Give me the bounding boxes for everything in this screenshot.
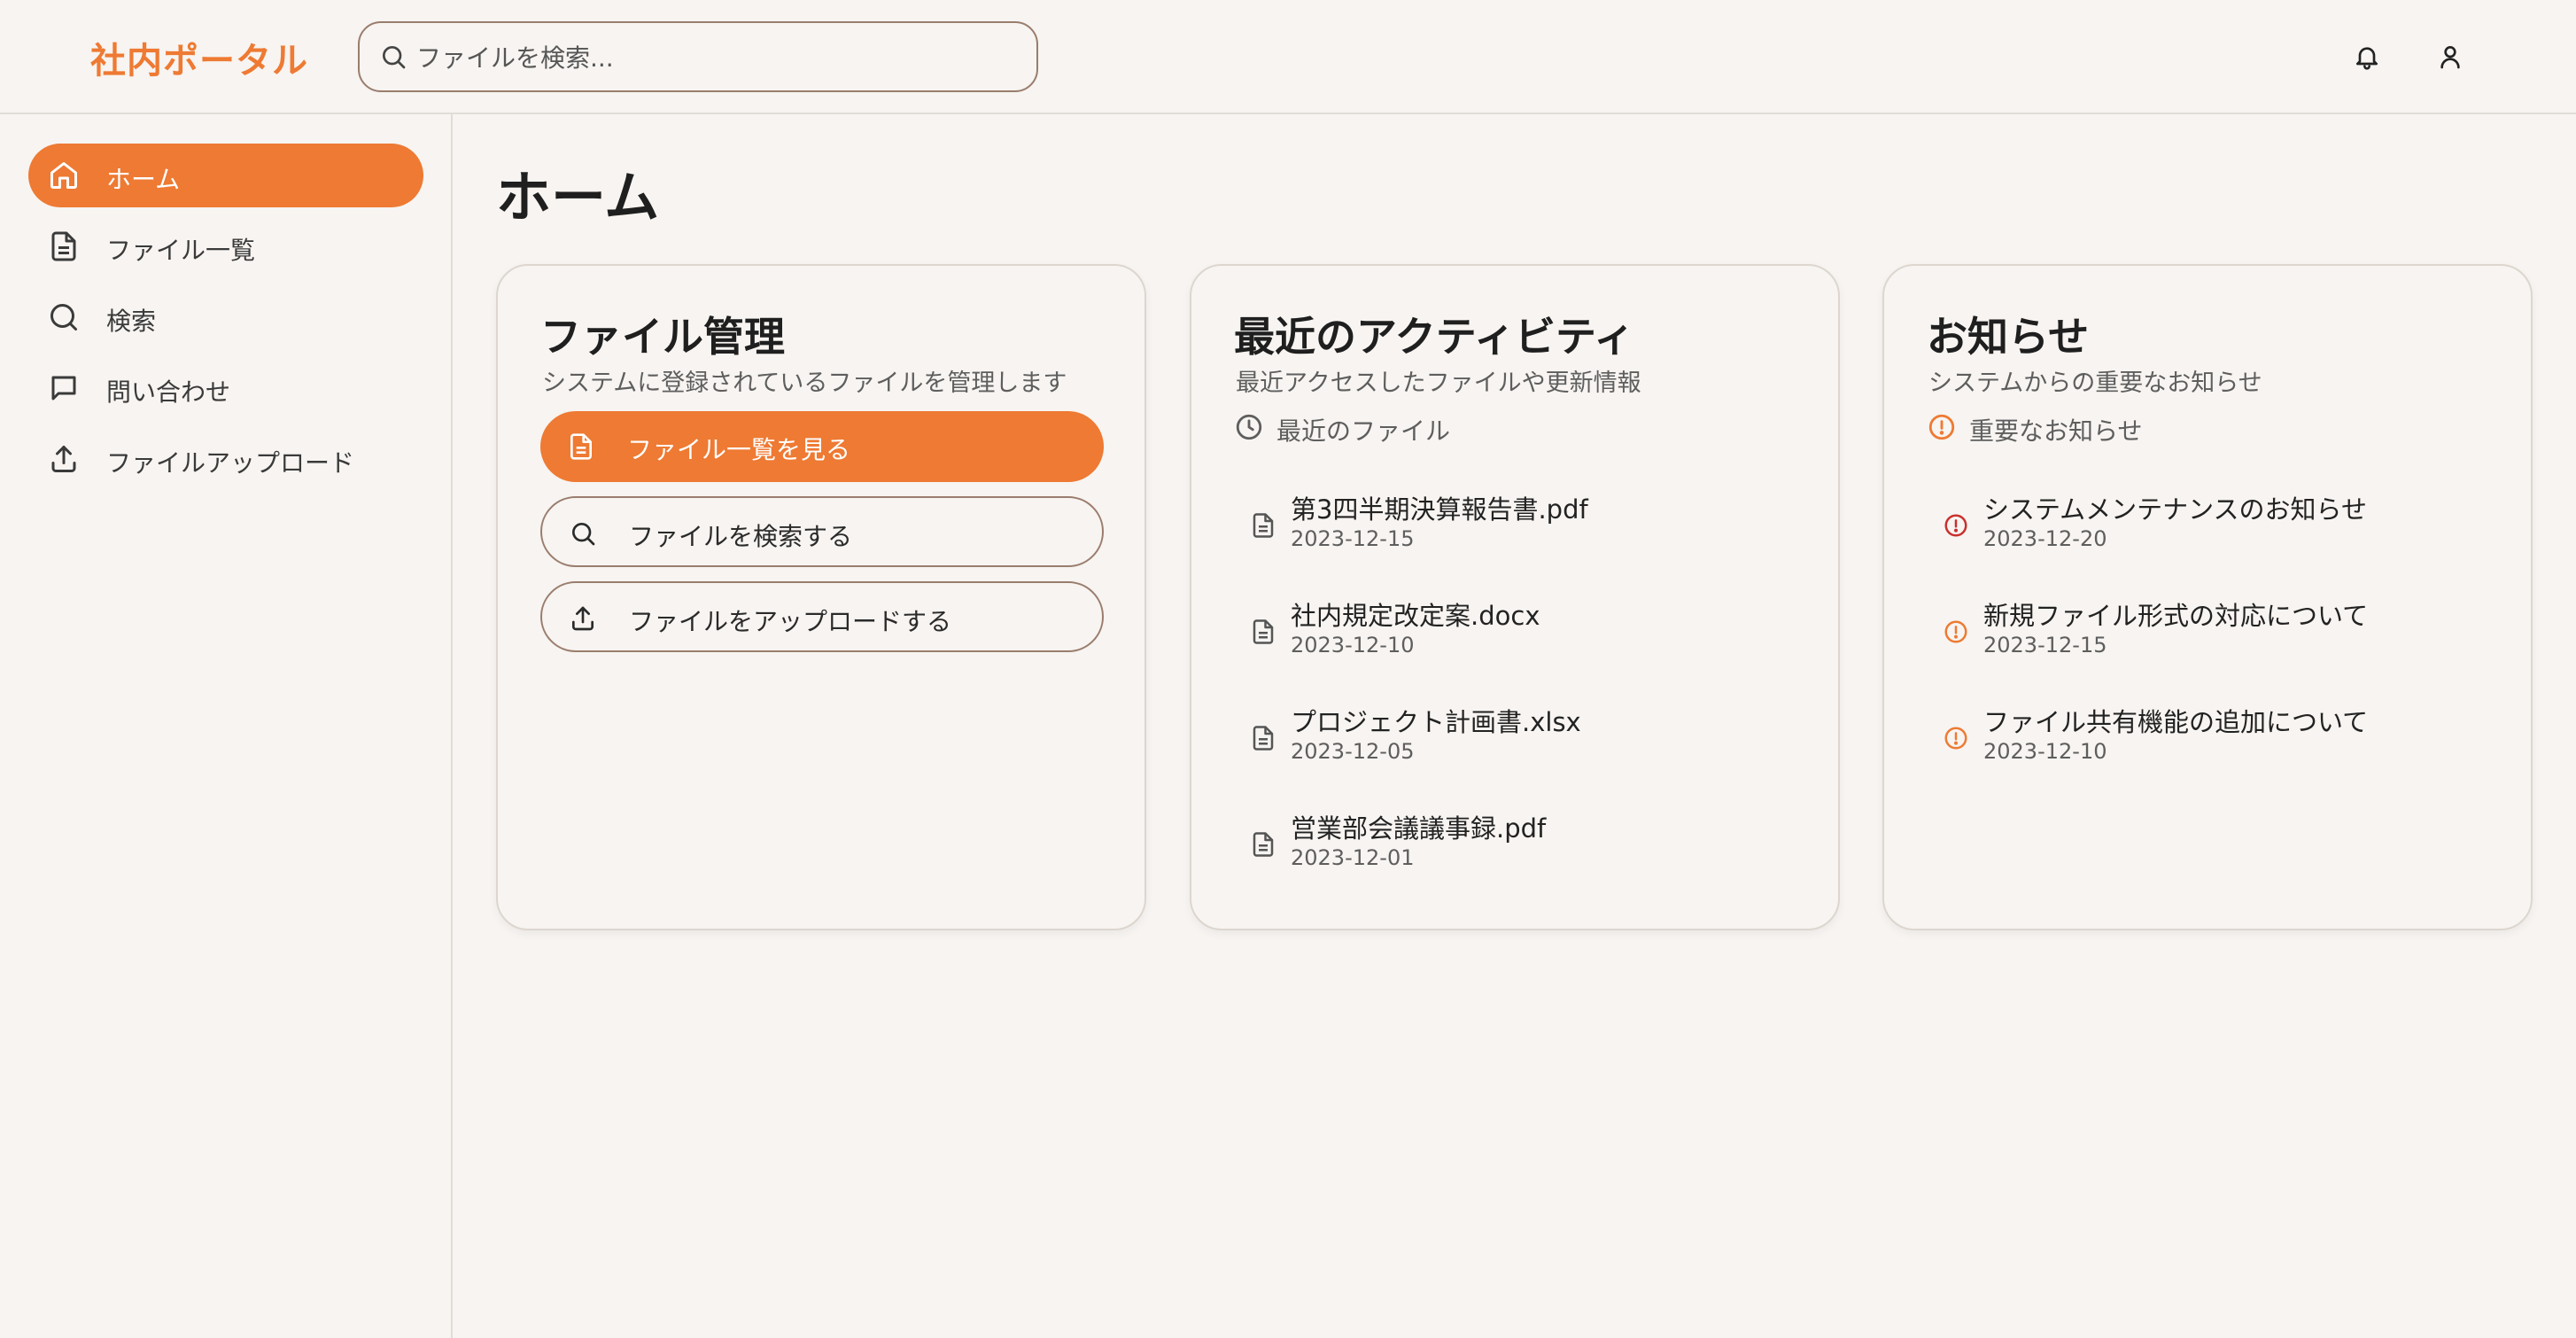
file-name: 営業部会議議事録.pdf bbox=[1291, 813, 1547, 844]
notice-item[interactable]: システムメンテナンスのお知らせ 2023-12-20 bbox=[1943, 489, 2492, 560]
search-bar[interactable] bbox=[358, 21, 1038, 92]
sidebar-item-home[interactable]: ホーム bbox=[28, 144, 423, 207]
sidebar-item-label: ホーム bbox=[106, 165, 181, 194]
notice-title: 新規ファイル形式の対応について bbox=[1983, 601, 2369, 631]
card-title: 最近のアクティビティ bbox=[1234, 313, 1635, 361]
sidebar-item-search[interactable]: 検索 bbox=[28, 285, 423, 349]
card-title: ファイル管理 bbox=[540, 313, 785, 361]
recent-file-item[interactable]: 社内規定改定案.docx 2023-12-10 bbox=[1250, 595, 1799, 666]
sidebar: ホーム ファイル一覧 検索 問い合わせ ファイルアップロード bbox=[0, 114, 453, 1338]
file-name: 第3四半期決算報告書.pdf bbox=[1291, 494, 1588, 525]
search-files-button[interactable]: ファイルを検索する bbox=[540, 496, 1104, 567]
recent-file-item[interactable]: プロジェクト計画書.xlsx 2023-12-05 bbox=[1250, 702, 1799, 773]
sidebar-item-label: ファイル一覧 bbox=[106, 236, 256, 265]
file-text-icon bbox=[1253, 513, 1274, 538]
file-text-icon bbox=[1253, 726, 1274, 751]
search-icon bbox=[572, 523, 595, 546]
search-icon bbox=[50, 304, 77, 331]
top-header: 社内ポータル bbox=[0, 0, 2576, 114]
notice-date: 2023-12-10 bbox=[1983, 739, 2107, 764]
view-file-list-button[interactable]: ファイル一覧を見る bbox=[540, 411, 1104, 482]
notice-date: 2023-12-15 bbox=[1983, 633, 2107, 657]
alert-circle-icon bbox=[1944, 514, 1967, 537]
file-text-icon bbox=[51, 231, 76, 261]
sidebar-item-label: 検索 bbox=[106, 307, 157, 336]
upload-icon bbox=[51, 446, 76, 472]
button-label: ファイルを検索する bbox=[629, 522, 853, 551]
alert-circle-icon bbox=[1944, 727, 1967, 750]
notices-card: お知らせ システムからの重要なお知らせ 重要なお知らせ システムメンテナンスのお… bbox=[1882, 264, 2533, 930]
file-management-card: ファイル管理 システムに登録されているファイルを管理します ファイル一覧を見る … bbox=[496, 264, 1146, 930]
search-input[interactable] bbox=[416, 35, 1019, 80]
app-logo[interactable]: 社内ポータル bbox=[90, 32, 308, 83]
page-title: ホーム bbox=[496, 165, 660, 229]
home-icon bbox=[50, 162, 77, 189]
user-menu-button[interactable] bbox=[2432, 39, 2468, 74]
search-icon bbox=[383, 46, 406, 69]
recent-activity-card: 最近のアクティビティ 最近アクセスしたファイルや更新情報 最近のファイル 第3四… bbox=[1190, 264, 1840, 930]
file-date: 2023-12-05 bbox=[1291, 739, 1415, 764]
sidebar-item-contact[interactable]: 問い合わせ bbox=[28, 356, 423, 420]
file-name: 社内規定改定案.docx bbox=[1291, 601, 1540, 631]
file-text-icon bbox=[1253, 619, 1274, 644]
file-date: 2023-12-15 bbox=[1291, 526, 1415, 551]
notification-button[interactable] bbox=[2349, 39, 2385, 74]
notice-item[interactable]: 新規ファイル形式の対応について 2023-12-15 bbox=[1943, 595, 2492, 666]
notice-title: ファイル共有機能の追加について bbox=[1983, 707, 2369, 737]
user-icon bbox=[2440, 46, 2460, 69]
file-date: 2023-12-10 bbox=[1291, 633, 1415, 657]
alert-circle-icon bbox=[1928, 414, 1955, 440]
card-subtitle: システムに登録されているファイルを管理します bbox=[542, 370, 1067, 397]
recent-file-item[interactable]: 第3四半期決算報告書.pdf 2023-12-15 bbox=[1250, 489, 1799, 560]
card-subtitle: 最近アクセスしたファイルや更新情報 bbox=[1236, 370, 1641, 397]
upload-file-button[interactable]: ファイルをアップロードする bbox=[540, 581, 1104, 652]
button-label: ファイルをアップロードする bbox=[629, 607, 952, 636]
sidebar-item-upload[interactable]: ファイルアップロード bbox=[28, 427, 423, 491]
notice-title: システムメンテナンスのお知らせ bbox=[1983, 494, 2367, 525]
button-label: ファイル一覧を見る bbox=[627, 435, 851, 464]
message-icon bbox=[51, 376, 76, 401]
bell-icon bbox=[2356, 47, 2378, 70]
file-date: 2023-12-01 bbox=[1291, 845, 1415, 870]
file-text-icon bbox=[570, 433, 592, 460]
file-name: プロジェクト計画書.xlsx bbox=[1291, 707, 1581, 737]
sidebar-item-label: ファイルアップロード bbox=[106, 448, 355, 478]
file-text-icon bbox=[1253, 832, 1274, 857]
notice-date: 2023-12-20 bbox=[1983, 526, 2107, 551]
upload-icon bbox=[572, 606, 594, 631]
card-title: お知らせ bbox=[1927, 313, 2090, 361]
notice-item[interactable]: ファイル共有機能の追加について 2023-12-10 bbox=[1943, 702, 2492, 773]
recent-file-item[interactable]: 営業部会議議事録.pdf 2023-12-01 bbox=[1250, 808, 1799, 879]
sidebar-item-label: 問い合わせ bbox=[106, 377, 231, 407]
clock-icon bbox=[1236, 414, 1262, 440]
alert-circle-icon bbox=[1944, 620, 1967, 643]
card-subtitle: システムからの重要なお知らせ bbox=[1928, 370, 2262, 397]
sidebar-item-file-list[interactable]: ファイル一覧 bbox=[28, 214, 423, 278]
